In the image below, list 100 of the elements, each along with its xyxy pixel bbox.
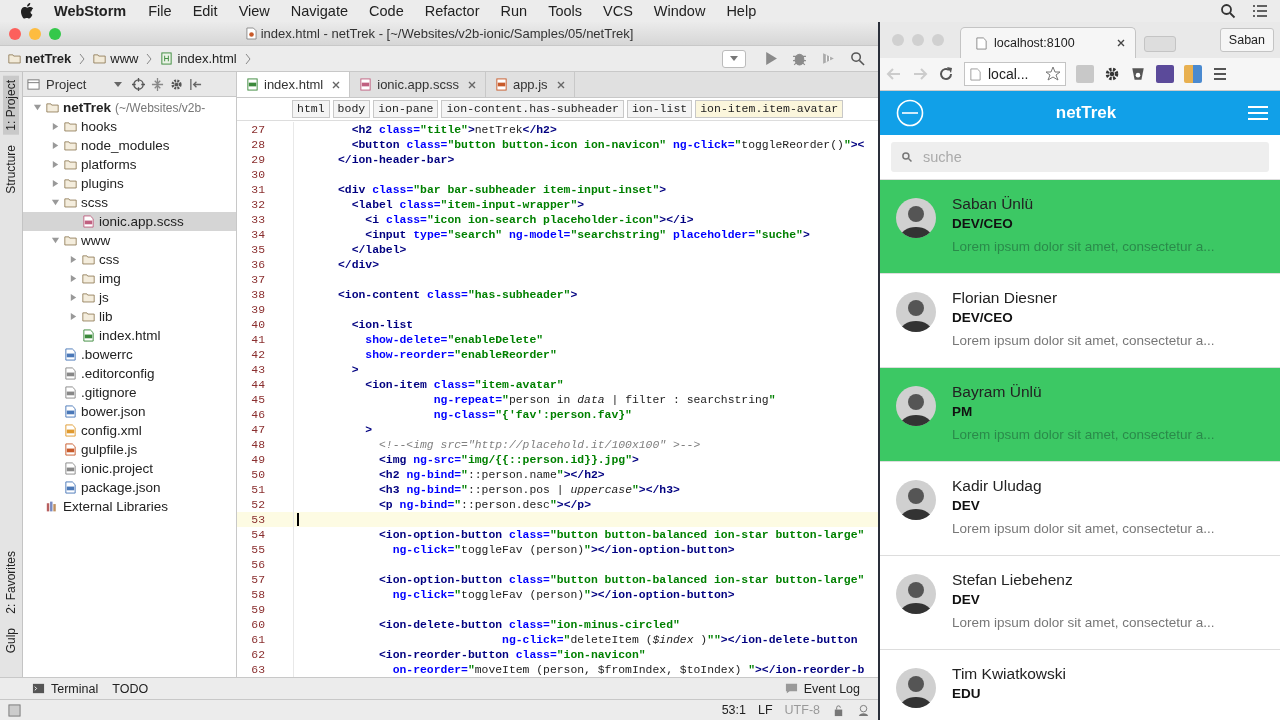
- tree-item[interactable]: gulpfile.js: [81, 442, 138, 457]
- tree-item[interactable]: .editorconfig: [81, 366, 155, 381]
- expand-arrow-icon[interactable]: [33, 103, 42, 112]
- tree-item[interactable]: www: [81, 233, 111, 248]
- tag-breadcrumb[interactable]: body: [332, 100, 371, 118]
- address-bar[interactable]: local...: [964, 62, 1066, 86]
- menu-item[interactable]: Edit: [192, 3, 218, 19]
- cursor-position[interactable]: 53:1: [721, 703, 746, 717]
- search-field[interactable]: suche: [891, 142, 1269, 172]
- path-crumb[interactable]: index.html: [177, 51, 237, 66]
- menu-item[interactable]: Window: [653, 3, 706, 19]
- coverage-icon[interactable]: [821, 51, 836, 66]
- tag-breadcrumb[interactable]: ion-content.has-subheader: [441, 100, 624, 118]
- tool-window-tab[interactable]: 2: Favorites: [3, 546, 19, 618]
- person-item[interactable]: Tim Kwiatkowski EDU: [880, 650, 1280, 720]
- expand-arrow-icon[interactable]: [69, 312, 78, 321]
- tree-item[interactable]: index.html: [99, 328, 161, 343]
- collapse-icon[interactable]: [151, 77, 164, 91]
- person-item[interactable]: Kadir Uludag DEV Lorem ipsum dolor sit amet, consectetur a...: [880, 462, 1280, 556]
- list-icon[interactable]: [1252, 3, 1268, 19]
- zoom-button[interactable]: [49, 27, 61, 40]
- bug-icon[interactable]: [792, 51, 807, 66]
- editor-tab[interactable]: index.html: [237, 72, 351, 97]
- person-item[interactable]: Stefan Liebehenz DEV Lorem ipsum dolor sit amet, consectetur a...: [880, 556, 1280, 650]
- gear-icon[interactable]: [170, 77, 183, 91]
- menu-item[interactable]: Refactor: [424, 3, 480, 19]
- tree-item[interactable]: css: [99, 252, 120, 267]
- menu-item[interactable]: Tools: [548, 3, 582, 19]
- project-view-dropdown[interactable]: Project: [46, 76, 108, 92]
- tree-item[interactable]: js: [99, 290, 109, 305]
- tree-item[interactable]: lib: [99, 309, 113, 324]
- search-icon[interactable]: [1220, 3, 1236, 19]
- extension-icon[interactable]: [1156, 65, 1174, 83]
- tree-item[interactable]: External Libraries: [63, 499, 169, 514]
- menu-item[interactable]: Help: [726, 3, 757, 19]
- tool-window-tab[interactable]: Terminal: [51, 681, 99, 696]
- expand-arrow-icon[interactable]: [51, 141, 60, 150]
- tool-window-tab[interactable]: Gulp: [3, 623, 19, 657]
- apple-icon[interactable]: [20, 3, 34, 19]
- app-menu[interactable]: WebStorm: [54, 3, 127, 19]
- tree-item[interactable]: node_modules: [81, 138, 170, 153]
- tag-breadcrumb[interactable]: html: [292, 100, 330, 118]
- menu-item[interactable]: View: [238, 3, 270, 19]
- star-icon[interactable]: [1045, 66, 1061, 82]
- tree-item[interactable]: hooks: [81, 119, 118, 134]
- expand-arrow-icon[interactable]: [51, 179, 60, 188]
- person-item[interactable]: Bayram Ünlü PM Lorem ipsum dolor sit amet, consectetur a...: [880, 368, 1280, 462]
- cup-icon[interactable]: [1130, 66, 1146, 82]
- panel-toggle-icon[interactable]: [8, 703, 21, 717]
- tree-item[interactable]: .bowerrc: [81, 347, 133, 362]
- tag-breadcrumb[interactable]: ion-pane: [373, 100, 439, 118]
- menu-item[interactable]: Navigate: [290, 3, 349, 19]
- menu-item[interactable]: Run: [500, 3, 528, 19]
- back-icon[interactable]: [886, 66, 902, 82]
- hide-panel-icon[interactable]: [189, 77, 202, 91]
- caret-icon[interactable]: [114, 81, 122, 87]
- expand-arrow-icon[interactable]: [69, 274, 78, 283]
- run-config-dropdown[interactable]: [722, 49, 746, 68]
- expand-arrow-icon[interactable]: [51, 236, 60, 245]
- tree-item[interactable]: img: [99, 271, 121, 286]
- extension-icon[interactable]: [1184, 65, 1202, 83]
- forward-icon[interactable]: [912, 66, 928, 82]
- expand-arrow-icon[interactable]: [69, 293, 78, 302]
- menu-item[interactable]: VCS: [603, 3, 633, 19]
- editor-tab[interactable]: app.js: [485, 72, 575, 97]
- expand-arrow-icon[interactable]: [51, 122, 60, 131]
- editor-tab[interactable]: ionic.app.scss: [350, 72, 486, 97]
- tree-item[interactable]: netTrek: [63, 100, 112, 115]
- minus-circle-icon[interactable]: [896, 99, 924, 127]
- tool-window-tab[interactable]: Structure: [3, 140, 19, 198]
- tool-window-tab[interactable]: 1: Project: [3, 76, 19, 135]
- lock-icon[interactable]: [832, 703, 845, 717]
- close-icon[interactable]: [1117, 39, 1125, 47]
- path-crumb[interactable]: www: [110, 51, 139, 66]
- menu-item[interactable]: Code: [369, 3, 404, 19]
- path-crumb[interactable]: netTrek: [25, 51, 72, 66]
- close-icon[interactable]: [556, 80, 565, 89]
- search-icon[interactable]: [850, 51, 865, 66]
- person-item[interactable]: Saban Ünlü DEV/CEO Lorem ipsum dolor sit amet, consectetur a...: [880, 180, 1280, 274]
- reload-icon[interactable]: [938, 66, 954, 82]
- event-log-tab[interactable]: Event Log: [803, 681, 860, 696]
- tag-breadcrumb[interactable]: ion-list: [626, 100, 693, 118]
- tag-breadcrumb[interactable]: ion-item.item-avatar: [695, 100, 844, 118]
- profile-button[interactable]: Saban: [1219, 28, 1274, 52]
- tree-item[interactable]: plugins: [81, 176, 124, 191]
- tree-item[interactable]: package.json: [81, 480, 161, 495]
- tree-item[interactable]: ionic.project: [81, 461, 154, 476]
- expand-arrow-icon[interactable]: [51, 160, 60, 169]
- close-button[interactable]: [9, 27, 21, 40]
- tree-item[interactable]: bower.json: [81, 404, 146, 419]
- expand-arrow-icon[interactable]: [51, 198, 60, 207]
- tool-window-tab[interactable]: TODO: [112, 681, 149, 696]
- tree-item[interactable]: scss: [81, 195, 108, 210]
- tree-item[interactable]: .gitignore: [81, 385, 137, 400]
- speech-bubble-icon[interactable]: [784, 682, 798, 695]
- gear-icon[interactable]: [1104, 66, 1120, 82]
- run-icon[interactable]: [763, 51, 778, 66]
- tree-item[interactable]: platforms: [81, 157, 137, 172]
- crosshair-icon[interactable]: [132, 77, 145, 91]
- close-icon[interactable]: [467, 80, 476, 89]
